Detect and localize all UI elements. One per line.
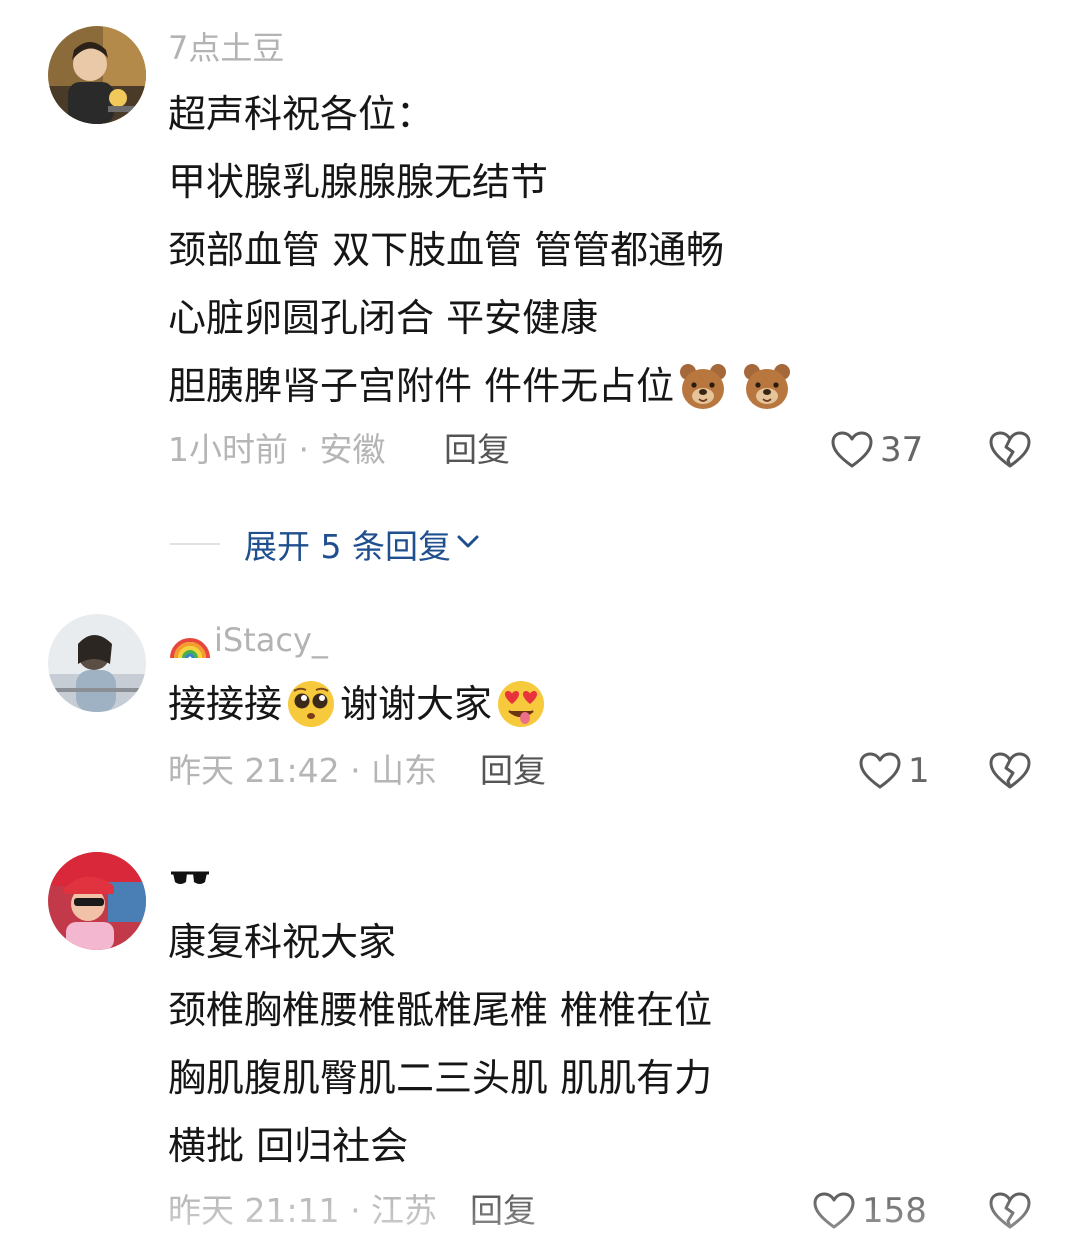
- comment-body: 超声科祝各位： 甲状腺乳腺腺腺无结节 颈部血管 双下肢血管 管管都通畅 心脏卵圆…: [168, 80, 1020, 420]
- comment-line-text: 接接接: [168, 682, 283, 726]
- bear-face-emoji: [740, 359, 794, 413]
- heart-eyes-tongue-emoji: [494, 677, 548, 731]
- comment-line-text: 谢谢大家: [340, 682, 493, 726]
- divider: [170, 543, 220, 545]
- comment-meta: 1小时前 · 安徽: [168, 430, 386, 469]
- dislike-button[interactable]: [988, 1191, 1032, 1231]
- dislike-button[interactable]: [988, 430, 1032, 470]
- like-count: 1: [908, 751, 930, 791]
- broken-heart-icon: [988, 751, 1032, 791]
- like-button[interactable]: 37: [830, 430, 923, 470]
- broken-heart-icon: [988, 430, 1032, 470]
- like-button[interactable]: 158: [812, 1191, 927, 1231]
- avatar[interactable]: [48, 614, 146, 712]
- comment-line: 胆胰脾肾子宫附件 件件无占位: [168, 352, 1020, 420]
- comment-line-text: 胆胰脾肾子宫附件 件件无占位: [168, 364, 675, 408]
- comment-line: 颈椎胸椎腰椎骶椎尾椎 椎椎在位: [168, 988, 713, 1032]
- heart-icon: [830, 430, 874, 470]
- avatar[interactable]: [48, 26, 146, 124]
- reply-button[interactable]: 回复: [480, 751, 546, 791]
- expand-replies[interactable]: 展开 5 条回复: [170, 524, 481, 566]
- like-count: 37: [880, 430, 924, 470]
- reply-button[interactable]: 回复: [470, 1191, 536, 1231]
- like-button[interactable]: 1: [858, 751, 930, 791]
- sunglasses-emoji: [168, 856, 212, 900]
- heart-icon: [858, 751, 902, 791]
- comment-line: 接接接 谢谢大家: [168, 670, 1020, 738]
- comment-meta: 昨天 21:42 · 山东: [168, 751, 438, 790]
- heart-icon: [812, 1191, 856, 1231]
- bear-face-emoji: [676, 359, 730, 413]
- username-text: iStacy_: [214, 621, 328, 659]
- comment-line: 横批 回归社会: [168, 1124, 409, 1168]
- comment-line: 超声科祝各位：: [168, 92, 435, 136]
- username[interactable]: 7点土豆: [168, 28, 284, 68]
- dislike-button[interactable]: [988, 751, 1032, 791]
- rainbow-emoji: [168, 618, 212, 662]
- comment-line: 胸肌腹肌臀肌二三头肌 肌肌有力: [168, 1056, 713, 1100]
- comment-line: 甲状腺乳腺腺腺无结节: [168, 160, 549, 204]
- username[interactable]: [168, 856, 214, 900]
- comment-body: 康复科祝大家 颈椎胸椎腰椎骶椎尾椎 椎椎在位 胸肌腹肌臀肌二三头肌 肌肌有力 横…: [168, 908, 1020, 1180]
- like-count: 158: [862, 1191, 927, 1231]
- username[interactable]: iStacy_: [168, 618, 328, 662]
- comment-line: 康复科祝大家: [168, 920, 397, 964]
- reply-button[interactable]: 回复: [444, 430, 510, 470]
- chevron-down-icon: [451, 532, 481, 556]
- comment-line: 颈部血管 双下肢血管 管管都通畅: [168, 228, 725, 272]
- comment-body: 接接接 谢谢大家: [168, 670, 1020, 738]
- pleading-face-emoji: [284, 677, 338, 731]
- expand-replies-label[interactable]: 展开 5 条回复: [244, 520, 451, 568]
- broken-heart-icon: [988, 1191, 1032, 1231]
- comment-meta: 昨天 21:11 · 江苏: [168, 1191, 438, 1230]
- comment-line: 心脏卵圆孔闭合 平安健康: [168, 296, 599, 340]
- avatar[interactable]: [48, 852, 146, 950]
